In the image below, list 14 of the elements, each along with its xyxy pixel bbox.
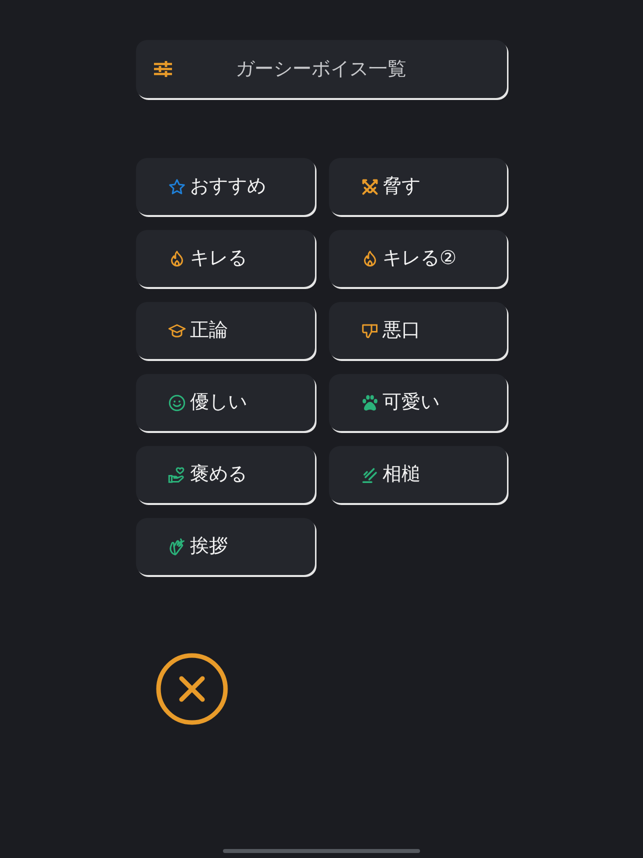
category-button[interactable]: おすすめ [136,158,314,215]
category-button[interactable]: 脅す [328,158,507,215]
sliders-icon [153,60,173,78]
category-button[interactable]: 優しい [136,374,314,431]
category-button[interactable]: 挨拶 [136,518,314,575]
category-button[interactable]: キレる② [328,230,507,287]
close-button[interactable] [156,653,228,725]
category-button[interactable]: 可愛い [328,374,507,431]
category-button[interactable]: 悪口 [328,302,507,359]
category-button[interactable]: キレる [136,230,314,287]
voice-list-header-button[interactable]: ガーシーボイス一覧 [136,40,507,98]
category-button[interactable]: 相槌 [328,446,507,503]
category-button[interactable]: 褒める [136,446,314,503]
category-button[interactable]: 正論 [136,302,314,359]
